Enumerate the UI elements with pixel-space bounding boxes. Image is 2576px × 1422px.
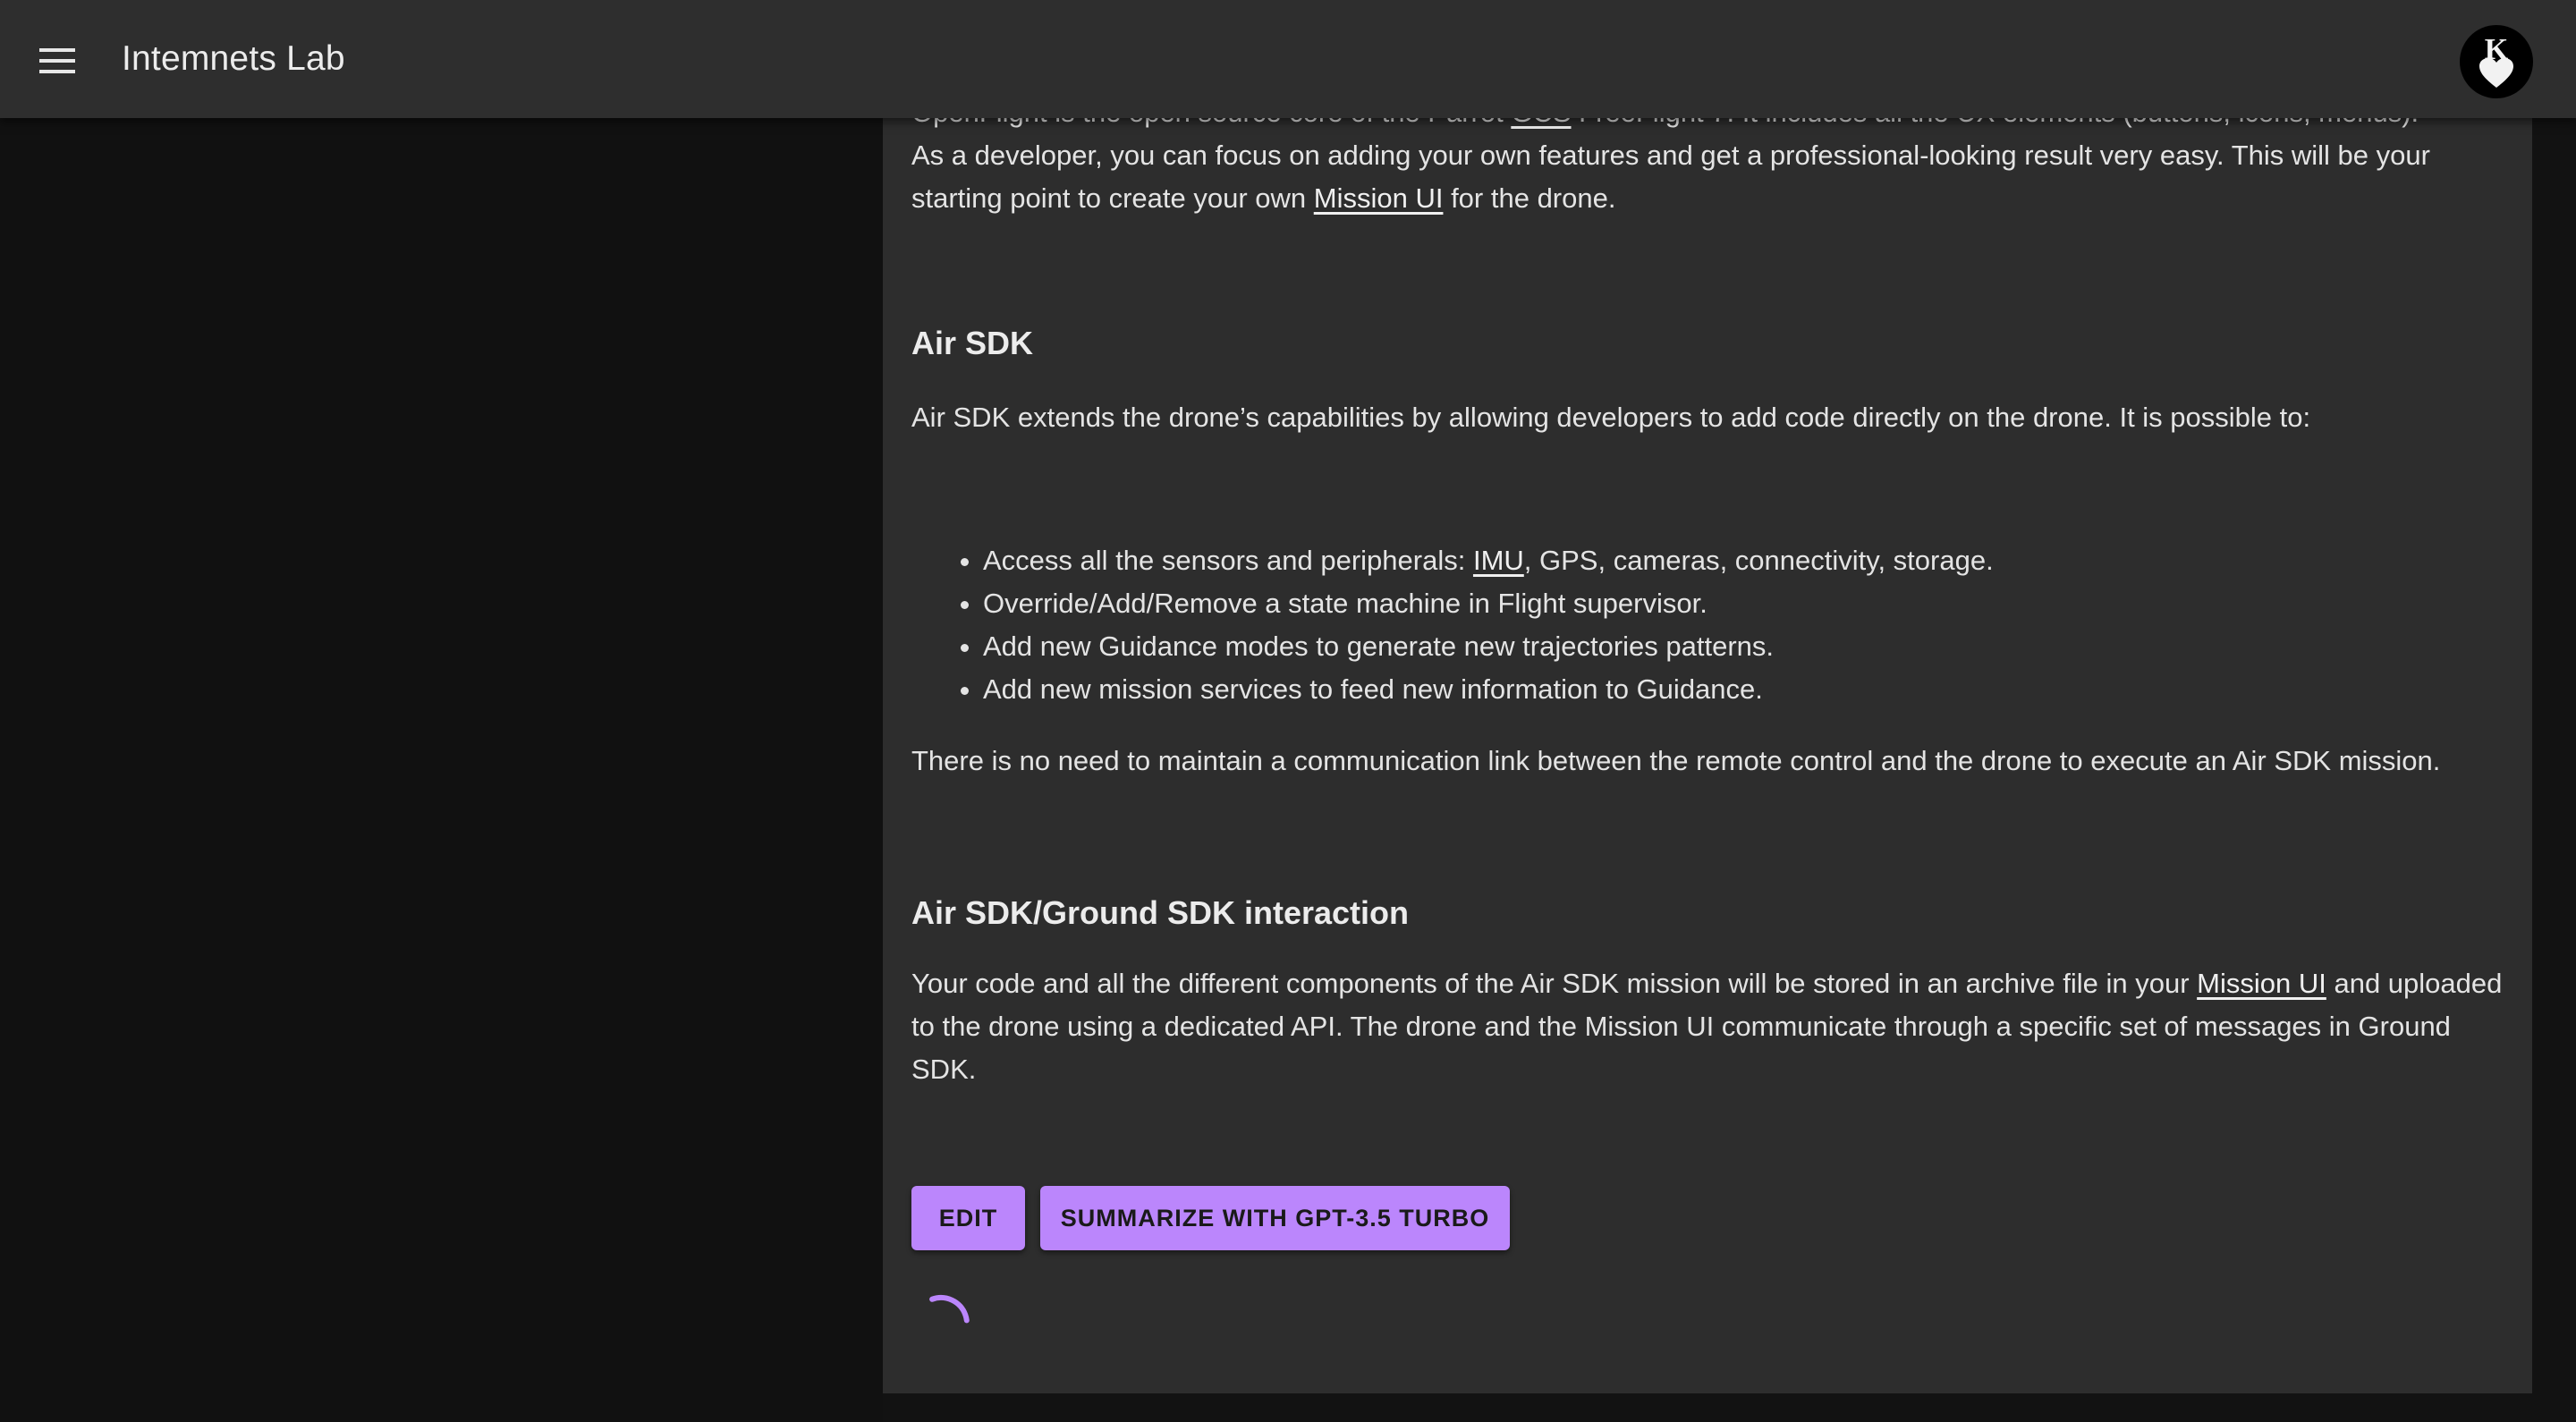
article-card: OpenFlight is the open source core of th… bbox=[883, 0, 2532, 1393]
hamburger-menu-icon[interactable] bbox=[32, 36, 82, 86]
mission-ui-link-2[interactable]: Mission UI bbox=[2197, 968, 2326, 999]
edit-button[interactable]: EDIT bbox=[911, 1186, 1025, 1250]
list-item: Add new Guidance modes to generate new t… bbox=[983, 625, 2504, 668]
air-sdk-description: Air SDK extends the drone’s capabilities… bbox=[911, 402, 2311, 433]
intro-line2: As a developer, you can focus on adding … bbox=[911, 140, 2430, 214]
interaction-paragraph: Your code and all the different componen… bbox=[911, 968, 2503, 1085]
air-sdk-heading: Air SDK bbox=[911, 325, 1034, 361]
app-bar: Intemnets Lab K bbox=[0, 0, 2576, 118]
loading-spinner-icon bbox=[911, 1293, 971, 1354]
avatar[interactable]: K bbox=[2460, 25, 2533, 98]
air-sdk-note: There is no need to maintain a communica… bbox=[911, 745, 2441, 776]
list-item: Access all the sensors and peripherals: … bbox=[983, 539, 2504, 582]
list-item: Override/Add/Remove a state machine in F… bbox=[983, 582, 2504, 625]
air-sdk-capabilities-list: Access all the sensors and peripherals: … bbox=[911, 539, 2504, 711]
app-title: Intemnets Lab bbox=[122, 39, 345, 78]
king-of-hearts-card-icon: K bbox=[2479, 33, 2513, 88]
imu-link[interactable]: IMU bbox=[1473, 545, 1524, 576]
sidebar-panel bbox=[0, 118, 883, 1422]
list-item: Add new mission services to feed new inf… bbox=[983, 668, 2504, 711]
summarize-button[interactable]: SUMMARIZE WITH GPT-3.5 TURBO bbox=[1040, 1186, 1510, 1250]
interaction-heading: Air SDK/Ground SDK interaction bbox=[911, 894, 1410, 931]
article-content: OpenFlight is the open source core of th… bbox=[911, 91, 2504, 1091]
mission-ui-link[interactable]: Mission UI bbox=[1314, 182, 1444, 214]
